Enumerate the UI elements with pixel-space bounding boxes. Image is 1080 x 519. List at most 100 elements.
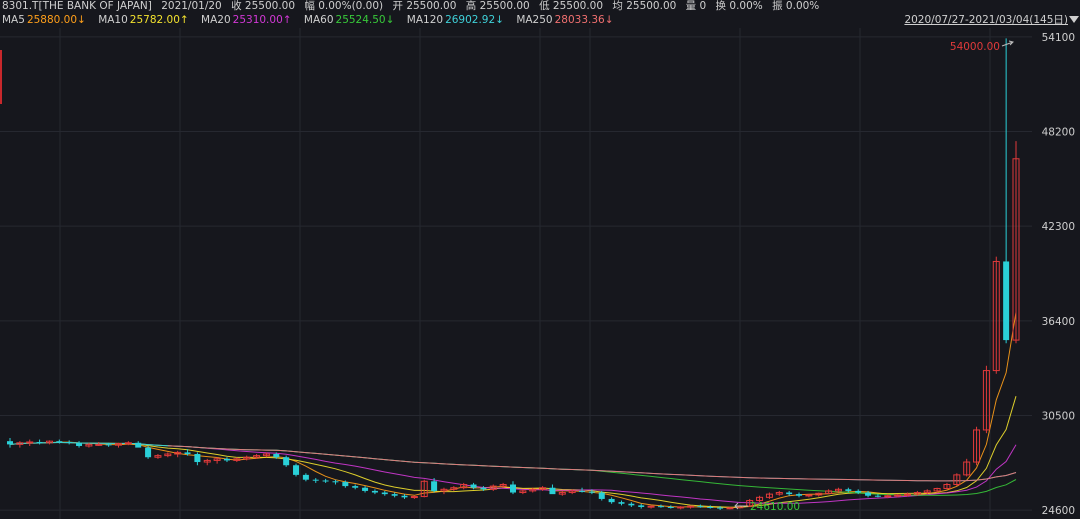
ma10-value: 25782.00↑	[129, 14, 189, 26]
candle-body	[66, 441, 73, 443]
candle-body	[1003, 261, 1010, 341]
y-tick-label: 24600	[1042, 505, 1075, 517]
candle-body	[638, 505, 645, 507]
candle-body	[95, 443, 103, 446]
candle-body	[628, 503, 635, 506]
turnover-label: 换 0.00%	[715, 0, 763, 12]
ma5-value: 25880.00↓	[26, 14, 86, 26]
y-tick-label: 48200	[1042, 126, 1075, 138]
candle-body	[588, 491, 595, 493]
volume-label: 量 0	[685, 0, 707, 12]
date-label: 2021/01/20	[161, 0, 222, 12]
y-tick-label: 54100	[1042, 32, 1075, 44]
candle-body	[687, 505, 695, 508]
ma250-value: 28033.36↓	[554, 14, 614, 26]
ma60-value: 25524.50↓	[335, 14, 395, 26]
y-tick-label: 42300	[1042, 221, 1075, 233]
candle-body	[657, 506, 664, 508]
candle-body	[7, 441, 13, 445]
candle-body	[332, 481, 339, 483]
candle-body	[273, 454, 280, 458]
candle-body	[470, 484, 477, 488]
candle-body	[865, 492, 872, 496]
candle-body	[845, 489, 852, 491]
candle-body	[904, 493, 912, 496]
candle-body	[707, 506, 714, 508]
price-marker-bar	[0, 50, 2, 104]
candle-body	[352, 486, 359, 488]
candle-body	[362, 487, 369, 491]
candle-body	[76, 442, 83, 446]
candle-body	[796, 494, 803, 496]
avg-label: 均 25500.00	[612, 0, 677, 12]
ma5-label: MA5	[2, 14, 25, 26]
candle-body	[598, 492, 605, 499]
candle-body	[874, 495, 881, 497]
candle-body	[579, 490, 586, 492]
candle-body	[302, 474, 309, 480]
candle-body	[293, 465, 300, 475]
y-tick-label: 36400	[1042, 316, 1075, 328]
close-label: 收 25500.00	[231, 0, 296, 12]
symbol-label: 8301.T[THE BANK OF JAPAN]	[2, 0, 152, 12]
candle-body	[726, 507, 734, 510]
change-label: 幅 0.00%(0.00)	[304, 0, 384, 12]
candle-body	[717, 507, 724, 509]
candle-body	[56, 441, 63, 443]
ma120-label: MA120	[406, 14, 444, 26]
candle-body	[410, 496, 418, 499]
candle-body	[381, 492, 388, 495]
candle-body	[371, 490, 378, 493]
ma-legend: MA5 25880.00↓ MA10 25782.00↑ MA20 25310.00↑…	[2, 14, 623, 27]
candle-body	[667, 506, 674, 508]
low-value-label: 24610.00	[750, 501, 800, 513]
candle-body	[855, 490, 862, 493]
candle-body	[26, 441, 34, 444]
ma5-line	[9, 312, 1017, 508]
candle-body	[608, 498, 615, 503]
candle-body	[145, 447, 152, 458]
candle-body	[697, 506, 704, 508]
candle-body	[894, 494, 902, 497]
ma60-label: MA60	[303, 14, 334, 26]
candle-body	[786, 492, 793, 495]
candle-body	[184, 452, 191, 455]
candle-body	[391, 494, 398, 496]
ma120-line	[9, 441, 1017, 482]
candle-body	[135, 442, 142, 448]
candle-body	[342, 482, 349, 487]
dropdown-triangle-icon[interactable]	[1069, 16, 1079, 23]
ma120-value: 26902.92↓	[445, 14, 504, 26]
candles	[7, 38, 1020, 511]
ma20-value: 25310.00↑	[232, 14, 292, 26]
high-label: 高 25500.00	[465, 0, 530, 12]
moving-average-lines	[9, 312, 1017, 508]
candle-body	[194, 454, 201, 463]
high-value-label: 54000.00	[950, 41, 1000, 53]
y-axis-ticks: 54100 48200 42300 36400 30500 24600	[1042, 32, 1075, 517]
ma250-label: MA250	[516, 14, 553, 26]
candle-body	[283, 457, 290, 466]
amplitude-label: 振 0.00%	[772, 0, 820, 12]
candlestick-chart[interactable]: 541004820042300364003050024600 54000.00 …	[0, 28, 1080, 519]
high-annotation: 54000.00	[950, 40, 1014, 53]
y-tick-label: 30500	[1042, 411, 1075, 423]
candle-body	[223, 458, 230, 461]
date-range-selector[interactable]: 2020/07/27-2021/03/04(145日)	[904, 14, 1068, 27]
candle-body	[647, 505, 655, 508]
candle-body	[618, 502, 625, 504]
high-arrow-icon	[1001, 40, 1014, 47]
candle-body	[884, 495, 892, 498]
candle-body	[401, 495, 408, 498]
candle-body	[124, 442, 132, 445]
candle-body	[480, 487, 487, 490]
candle-body	[322, 480, 329, 482]
ma20-label: MA20	[201, 14, 231, 26]
candle-body	[677, 506, 685, 509]
low-label: 低 25500.00	[539, 0, 604, 12]
open-label: 开 25500.00	[392, 0, 457, 12]
ma250-line	[167, 445, 1017, 482]
candle-body	[36, 441, 43, 443]
candle-body	[431, 481, 438, 491]
ma10-label: MA10	[98, 14, 128, 26]
